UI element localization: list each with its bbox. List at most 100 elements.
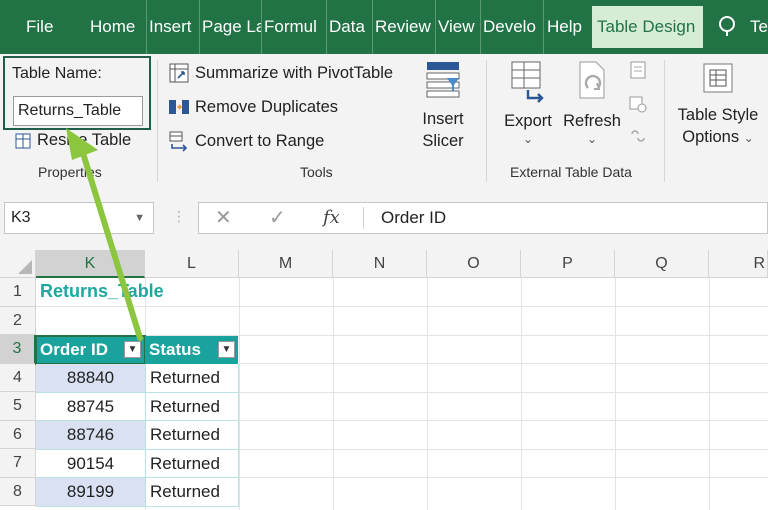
summarize-label: Summarize with PivotTable — [195, 63, 394, 82]
column-header-q[interactable]: Q — [615, 250, 709, 278]
gridline — [521, 278, 522, 510]
insert-slicer-label-1: Insert — [422, 110, 464, 128]
tools-group-label: Tools — [300, 164, 333, 180]
row-header-4[interactable]: 4 — [0, 363, 36, 392]
select-all-corner[interactable] — [0, 250, 36, 278]
formula-divider — [363, 207, 364, 229]
table-name-box: Table Name: — [3, 56, 151, 130]
table-style-options-label-2: Options ⌄ — [672, 126, 764, 149]
spreadsheet-grid: K L M N O P Q R 1 2 3 4 5 6 7 8 Returns_… — [0, 250, 768, 510]
table-cell-status[interactable]: Returned — [145, 364, 239, 393]
convert-to-range-button[interactable]: Convert to Range — [168, 130, 324, 152]
resize-table-button[interactable]: Resize Table — [14, 131, 131, 150]
properties-icon[interactable] — [628, 60, 648, 85]
gridline — [709, 278, 710, 510]
convert-range-icon — [168, 130, 190, 152]
filter-dropdown-icon[interactable]: ▼ — [218, 341, 235, 358]
tab-insert[interactable]: Insert — [149, 0, 200, 54]
chevron-down-icon: ⌄ — [743, 131, 754, 145]
gridline — [333, 278, 334, 510]
enter-check-icon[interactable]: ✓ — [269, 203, 286, 233]
tab-file[interactable]: File — [26, 0, 60, 54]
table-name-input[interactable] — [13, 96, 143, 126]
external-small-tools — [626, 60, 648, 152]
refresh-button[interactable]: Refresh ⌄ — [560, 58, 624, 146]
insert-function-icon[interactable]: fx — [323, 203, 340, 233]
column-header-r[interactable]: R — [709, 250, 768, 278]
slicer-icon — [410, 58, 476, 108]
cancel-icon[interactable]: ✕ — [215, 203, 232, 233]
remove-duplicates-button[interactable]: Remove Duplicates — [168, 96, 338, 118]
insert-slicer-label-2: Slicer — [422, 132, 464, 150]
open-in-browser-icon[interactable] — [628, 94, 648, 119]
summarize-pivottable-button[interactable]: Summarize with PivotTable — [168, 62, 393, 84]
export-button[interactable]: Export ⌄ — [498, 58, 558, 146]
gridline — [239, 278, 240, 510]
resize-table-label: Resize Table — [37, 131, 132, 149]
tab-page-layout[interactable]: Page La — [202, 0, 262, 54]
table-style-options-label-1: Table Style — [677, 106, 759, 124]
table-cell-status[interactable]: Returned — [145, 449, 239, 478]
tab-table-design[interactable]: Table Design — [592, 6, 703, 48]
column-header-l[interactable]: L — [145, 250, 239, 278]
column-header-o[interactable]: O — [427, 250, 521, 278]
table-cell-status[interactable]: Returned — [145, 392, 239, 421]
table-cell-order-id[interactable]: 88746 — [36, 421, 145, 450]
remove-duplicates-label: Remove Duplicates — [195, 97, 339, 116]
tab-developer[interactable]: Develo — [483, 0, 544, 54]
table-style-options-text: Options — [682, 128, 740, 146]
insert-slicer-button[interactable]: Insert Slicer — [410, 58, 476, 152]
select-all-icon — [18, 260, 32, 274]
row-header-1[interactable]: 1 — [0, 278, 36, 307]
properties-group-label: Properties — [38, 164, 102, 180]
table-cell-order-id[interactable]: 88840 — [36, 364, 145, 393]
resize-handle-icon[interactable]: ⋮ — [172, 209, 186, 223]
formula-area: ✕ ✓ fx Order ID — [198, 202, 768, 234]
filter-dropdown-icon[interactable]: ▼ — [124, 341, 141, 358]
row-header-5[interactable]: 5 — [0, 392, 36, 421]
formula-bar: K3 ▼ ⋮ ✕ ✓ fx Order ID — [0, 188, 768, 250]
gridline — [615, 278, 616, 510]
group-divider — [664, 60, 665, 182]
tab-help[interactable]: Help — [547, 0, 589, 54]
unlink-icon[interactable] — [628, 126, 648, 151]
column-header-p[interactable]: P — [521, 250, 615, 278]
row-header-2[interactable]: 2 — [0, 306, 36, 335]
name-box[interactable]: K3 ▼ — [4, 202, 154, 234]
tab-review[interactable]: Review — [375, 0, 436, 54]
header-cell-status[interactable]: Status ▼ — [145, 336, 239, 364]
row-header-6[interactable]: 6 — [0, 420, 36, 449]
name-box-value: K3 — [11, 209, 31, 226]
table-title-cell[interactable]: Returns_Table — [40, 281, 164, 302]
table-cell-status[interactable]: Returned — [145, 478, 239, 507]
export-label: Export — [504, 112, 552, 130]
table-style-options-button[interactable]: Table Style Options ⌄ — [672, 58, 764, 149]
table-cell-order-id[interactable]: 90154 — [36, 449, 145, 478]
chevron-down-icon[interactable]: ▼ — [134, 203, 145, 233]
tab-home[interactable]: Home — [90, 0, 147, 54]
group-divider — [157, 60, 158, 182]
table-cell-order-id[interactable]: 88745 — [36, 392, 145, 421]
row-header-7[interactable]: 7 — [0, 449, 36, 478]
column-header-m[interactable]: M — [239, 250, 333, 278]
refresh-icon — [560, 58, 624, 110]
tab-view[interactable]: View — [438, 0, 481, 54]
column-header-n[interactable]: N — [333, 250, 427, 278]
tab-data[interactable]: Data — [329, 0, 373, 54]
tab-formulas[interactable]: Formul — [264, 0, 327, 54]
header-cell-order-id[interactable]: Order ID ▼ — [35, 335, 146, 365]
row-header-8[interactable]: 8 — [0, 477, 36, 506]
formula-input[interactable]: Order ID — [381, 203, 446, 233]
chevron-down-icon: ⌄ — [586, 132, 598, 146]
tell-me-icon[interactable] — [718, 0, 740, 54]
tab-tell-me[interactable]: Te — [750, 0, 768, 54]
row-header-3[interactable]: 3 — [0, 335, 36, 364]
remove-duplicates-icon — [168, 96, 190, 118]
column-header-k[interactable]: K — [36, 250, 145, 278]
table-cell-status[interactable]: Returned — [145, 421, 239, 450]
header-label: Status — [149, 340, 201, 359]
ribbon-tabs: File Home Insert Page La Formul Data Rev… — [0, 0, 768, 54]
refresh-label: Refresh — [563, 112, 621, 130]
table-cell-order-id[interactable]: 89199 — [36, 478, 145, 507]
resize-table-icon — [14, 132, 32, 150]
